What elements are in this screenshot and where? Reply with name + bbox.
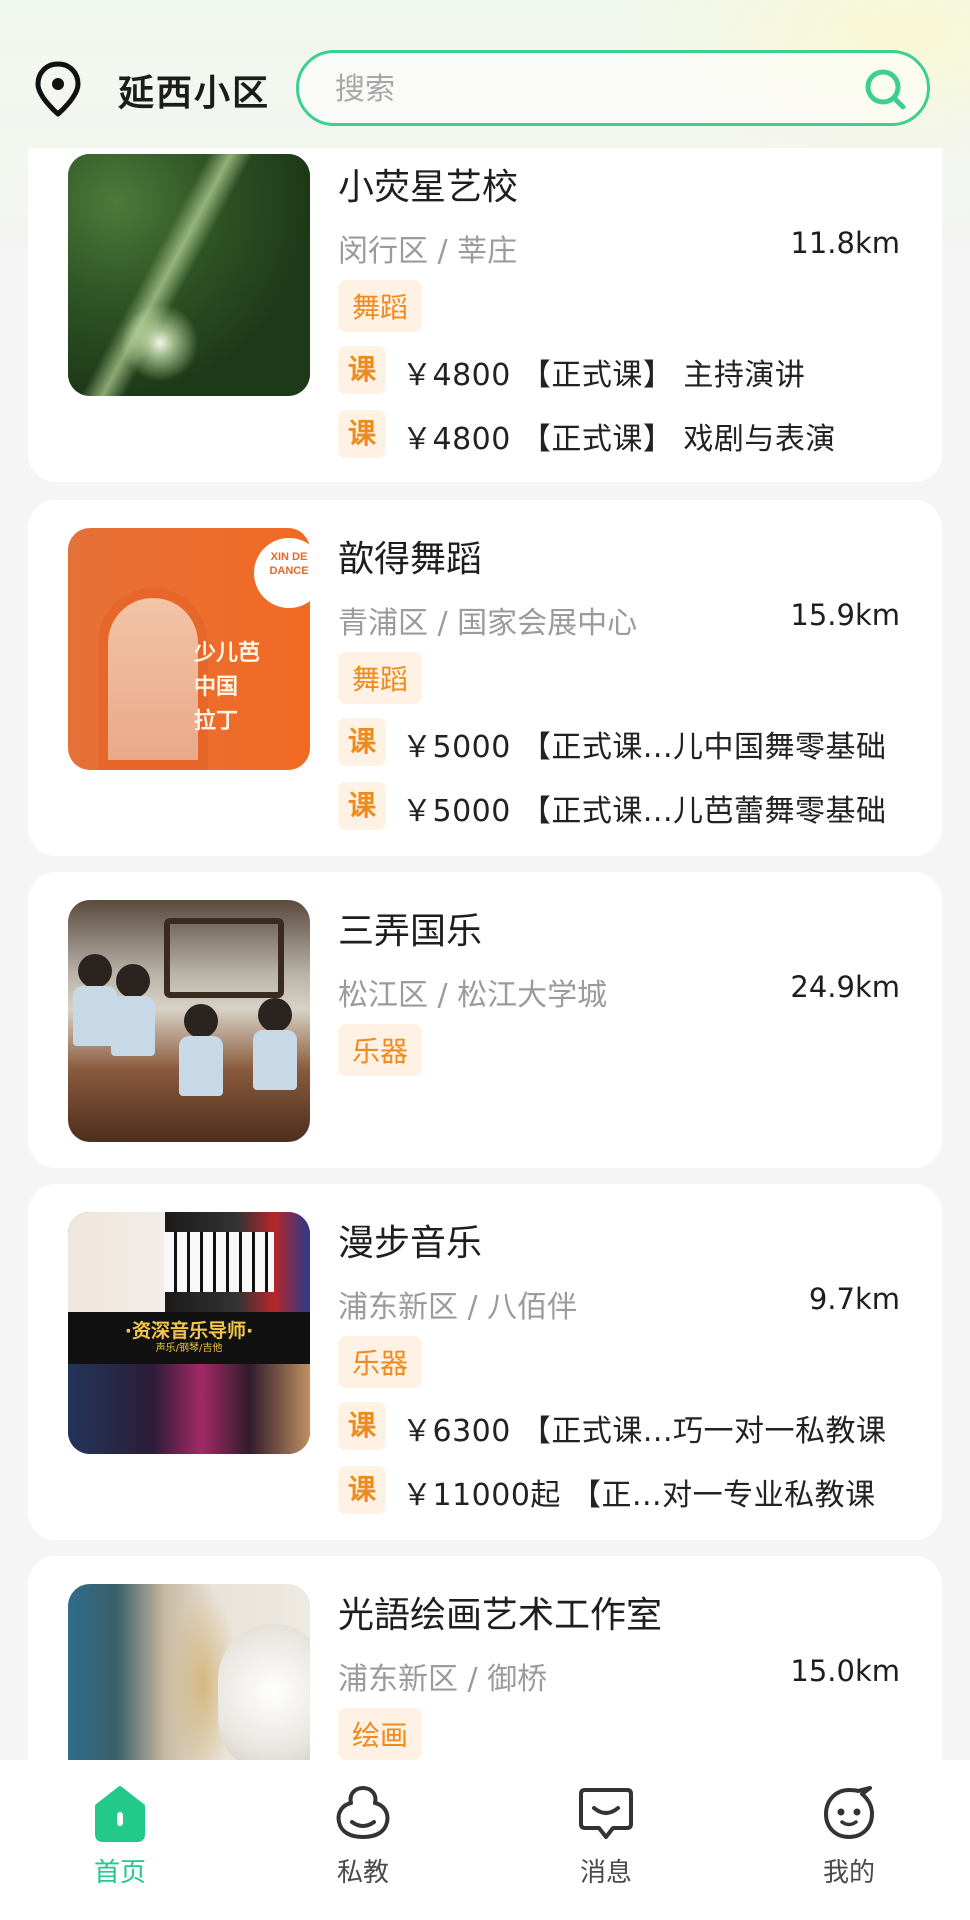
institution-thumbnail: XIN DE DANCE 少儿芭 中国 拉丁 <box>68 528 310 770</box>
tab-profile[interactable]: 我的 <box>769 1782 929 1902</box>
institution-name: 光語绘画艺术工作室 <box>338 1595 663 1636</box>
institution-card[interactable]: XIN DE DANCE 少儿芭 中国 拉丁 歆得舞蹈 青浦区 / 国家会展中心… <box>28 500 942 856</box>
course-row[interactable]: 课 ￥11000起 【正...对一专业私教课 <box>338 1464 918 1514</box>
course-badge: 课 <box>338 1402 386 1450</box>
institution-distance: 9.7km <box>808 1282 900 1316</box>
course-badge: 课 <box>338 410 386 458</box>
message-icon <box>579 1788 633 1839</box>
music-teacher-photo: ·资深音乐导师· 声乐/钢琴/吉他 <box>68 1212 310 1454</box>
course-row[interactable]: 课 ￥4800 【正式课】 戏剧与表演 <box>338 408 918 458</box>
institution-card[interactable]: 三弄国乐 松江区 / 松江大学城 24.9km 乐器 <box>28 872 942 1168</box>
tab-label: 私教 <box>336 1858 389 1888</box>
institution-thumbnail <box>68 154 310 396</box>
tab-messages[interactable]: 消息 <box>526 1782 686 1902</box>
category-tag: 舞蹈 <box>338 652 423 704</box>
course-text: ￥11000起 【正...对一专业私教课 <box>402 1478 876 1513</box>
institution-distance: 15.0km <box>790 1654 900 1688</box>
shelf-decoration <box>164 918 284 998</box>
location-pin-icon[interactable] <box>32 60 84 118</box>
institution-area: 浦东新区 / 八佰伴 <box>338 1290 578 1325</box>
course-text: ￥4800 【正式课】 戏剧与表演 <box>402 422 836 457</box>
institution-distance: 15.9km <box>790 598 900 632</box>
institution-thumbnail: ·资深音乐导师· 声乐/钢琴/吉他 <box>68 1212 310 1454</box>
institution-area: 青浦区 / 国家会展中心 <box>338 606 638 641</box>
promo-banner: ·资深音乐导师· 声乐/钢琴/吉他 <box>68 1312 310 1364</box>
institution-thumbnail <box>68 900 310 1142</box>
promo-text: 少儿芭 中国 拉丁 <box>194 640 261 734</box>
private-tutor-icon <box>336 1786 390 1839</box>
piano-keys <box>164 1232 274 1292</box>
institution-card[interactable]: 光語绘画艺术工作室 浦东新区 / 御桥 15.0km 绘画 <box>28 1556 942 1760</box>
institution-distance: 24.9km <box>790 970 900 1004</box>
tab-home[interactable]: 首页 <box>40 1782 200 1902</box>
header: 延西小区 <box>0 40 970 130</box>
course-text: ￥6300 【正式课...巧一对一私教课 <box>402 1414 887 1449</box>
dance-logo: XIN DE DANCE <box>254 538 310 608</box>
course-row[interactable]: 课 ￥6300 【正式课...巧一对一私教课 <box>338 1400 918 1450</box>
course-badge: 课 <box>338 1466 386 1514</box>
course-row[interactable]: 课 ￥5000 【正式课...儿芭蕾舞零基础 <box>338 780 918 830</box>
location-label[interactable]: 延西小区 <box>118 64 270 116</box>
bottom-tab-bar: 首页 私教 消息 我的 <box>0 1760 970 1920</box>
plaster-bust-decoration <box>218 1624 310 1760</box>
search-input[interactable] <box>335 67 815 111</box>
course-text: ￥4800 【正式课】 主持演讲 <box>402 358 806 393</box>
institution-list: 小荧星艺校 闵行区 / 莘庄 11.8km 舞蹈 课 ￥4800 【正式课】 主… <box>0 148 970 1760</box>
institution-name: 小荧星艺校 <box>338 167 519 208</box>
search-icon[interactable] <box>861 65 909 113</box>
search-bar[interactable] <box>296 50 930 126</box>
category-tag: 乐器 <box>338 1336 423 1388</box>
course-badge: 课 <box>338 346 386 394</box>
course-badge: 课 <box>338 782 386 830</box>
tab-label: 我的 <box>822 1858 875 1888</box>
institution-area: 松江区 / 松江大学城 <box>338 978 608 1013</box>
institution-card[interactable]: 小荧星艺校 闵行区 / 莘庄 11.8km 舞蹈 课 ￥4800 【正式课】 主… <box>28 148 942 482</box>
institution-name: 三弄国乐 <box>338 911 483 952</box>
institution-distance: 11.8km <box>790 226 900 260</box>
category-tag: 绘画 <box>338 1708 423 1760</box>
course-badge: 课 <box>338 718 386 766</box>
arch-decoration <box>98 588 208 770</box>
forest-photo <box>68 154 310 396</box>
tab-label: 首页 <box>93 1858 146 1888</box>
home-icon <box>95 1786 145 1842</box>
music-class-photo <box>68 900 310 1142</box>
institution-name: 漫步音乐 <box>338 1223 483 1264</box>
institution-card[interactable]: ·资深音乐导师· 声乐/钢琴/吉他 漫步音乐 浦东新区 / 八佰伴 9.7km … <box>28 1184 942 1540</box>
course-row[interactable]: 课 ￥5000 【正式课...儿中国舞零基础 <box>338 716 918 766</box>
category-tag: 舞蹈 <box>338 280 423 332</box>
course-text: ￥5000 【正式课...儿中国舞零基础 <box>402 730 887 765</box>
institution-area: 浦东新区 / 御桥 <box>338 1662 548 1697</box>
tab-private-tutor[interactable]: 私教 <box>283 1782 443 1902</box>
institution-area: 闵行区 / 莘庄 <box>338 234 518 269</box>
course-text: ￥5000 【正式课...儿芭蕾舞零基础 <box>402 794 887 829</box>
course-row[interactable]: 课 ￥4800 【正式课】 主持演讲 <box>338 344 918 394</box>
tab-label: 消息 <box>579 1858 632 1888</box>
institution-name: 歆得舞蹈 <box>338 539 483 580</box>
art-studio-photo <box>68 1584 310 1760</box>
institution-thumbnail <box>68 1584 310 1760</box>
category-tag: 乐器 <box>338 1024 423 1076</box>
dance-studio-photo: XIN DE DANCE 少儿芭 中国 拉丁 <box>68 528 310 770</box>
profile-icon <box>824 1786 874 1839</box>
home-page: 延西小区 小荧星艺校 闵行区 / 莘庄 11.8km 舞蹈 课 ￥4800 【正… <box>0 0 970 1920</box>
